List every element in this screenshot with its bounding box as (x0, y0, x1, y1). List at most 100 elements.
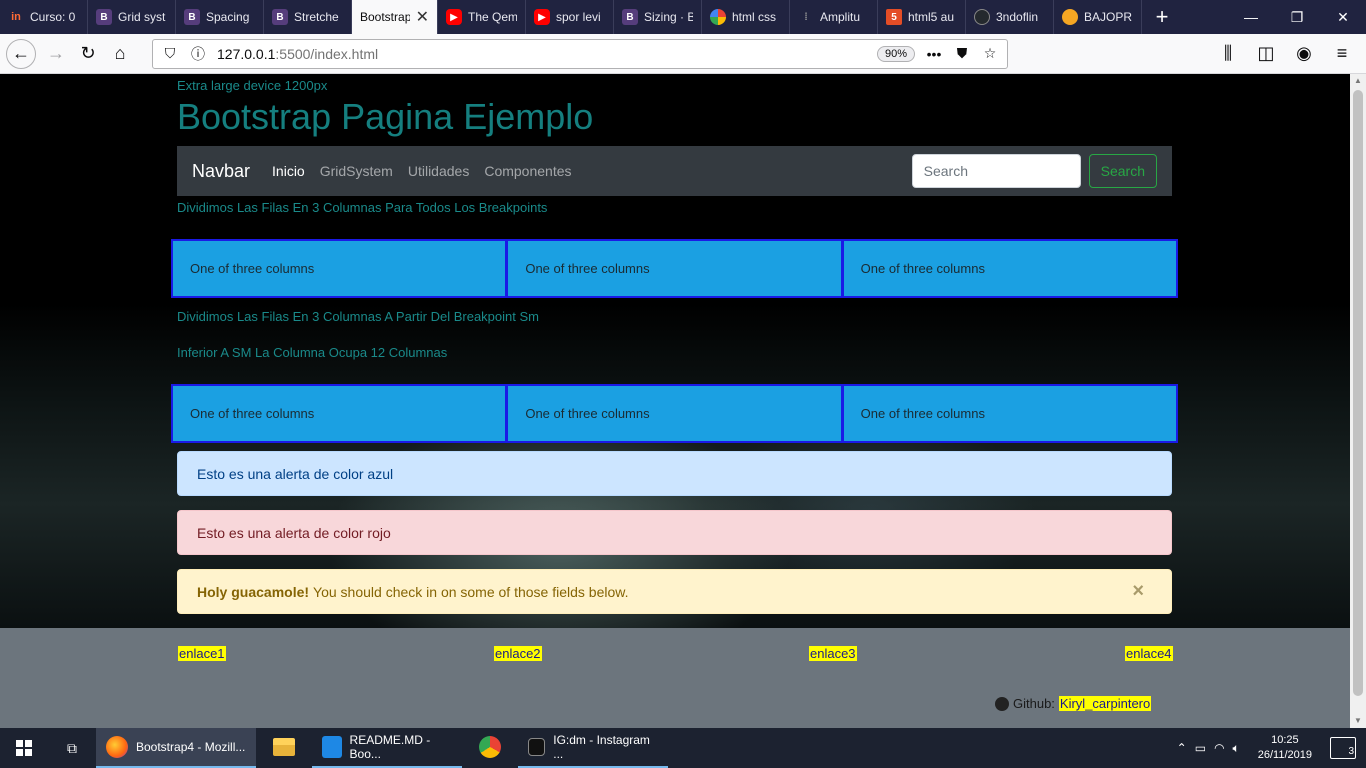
volume-icon[interactable]: 🔈︎ (1233, 741, 1240, 756)
windows-logo-icon (16, 740, 32, 756)
restore-icon: ❐ (1290, 8, 1304, 25)
bookmark-star-icon[interactable]: ☆ (981, 45, 999, 62)
bootstrap-icon: B (272, 9, 288, 25)
close-icon[interactable]: ✕ (416, 7, 429, 27)
footer-link-2[interactable]: enlace2 (494, 646, 542, 661)
alert-close-button[interactable]: × (1132, 580, 1152, 603)
pocket-icon[interactable]: ⛊ (953, 45, 971, 62)
taskbar-app-vscode[interactable]: README.MD - Boo... (312, 728, 462, 768)
home-button[interactable]: ⌂ (104, 38, 136, 70)
arrow-right-icon: → (47, 43, 65, 63)
browser-tab[interactable]: 3ndoflin (966, 0, 1054, 34)
browser-tab[interactable]: B Spacing (176, 0, 264, 34)
nav-link-utilidades[interactable]: Utilidades (408, 163, 469, 179)
task-view-icon: ⧉ (67, 739, 77, 756)
browser-tab[interactable]: 5 html5 au (878, 0, 966, 34)
shield-icon[interactable]: ⛉ (161, 45, 179, 62)
minimize-button[interactable]: — (1228, 0, 1274, 34)
search-input[interactable] (911, 154, 1081, 188)
new-tab-button[interactable]: + (1142, 0, 1182, 34)
battery-icon[interactable]: ▭ (1195, 741, 1206, 755)
taskbar-app-chrome[interactable] (462, 728, 518, 768)
taskbar-app-instagram[interactable]: IG:dm - Instagram ... (518, 728, 668, 768)
clock-date: 26/11/2019 (1257, 749, 1312, 761)
start-button[interactable] (0, 728, 48, 768)
page-viewport: Extra large device 1200px Bootstrap Pagi… (0, 74, 1350, 728)
bajopri-icon (1062, 9, 1078, 25)
nav-link-gridsystem[interactable]: GridSystem (320, 163, 393, 179)
restore-button[interactable]: ❐ (1274, 0, 1320, 34)
browser-tab[interactable]: B Stretche (264, 0, 352, 34)
search-button[interactable]: Search (1088, 154, 1157, 188)
alert-text: You should check in on some of those fie… (313, 583, 629, 600)
browser-tab-strip: in Curso: 0 B Grid syst B Spacing B Stretche… (0, 0, 1366, 34)
alert-text: Esto es una alerta de color rojo (197, 524, 391, 541)
url-bar[interactable]: ⛉ ⓘ 127.0.0.1:5500/index.html 90% ••• ⛊ … (152, 38, 1008, 69)
tab-label: Grid syst (118, 10, 166, 24)
bootstrap-icon: B (184, 9, 200, 25)
browser-tab[interactable]: BAJOPRI (1054, 0, 1142, 34)
scroll-down-icon[interactable]: ▼ (1350, 714, 1366, 728)
nav-link-inicio[interactable]: Inicio (272, 163, 305, 179)
system-tray: ⌃ ▭ ◠ 🔈︎ 10:25 26/11/2019 3 (1177, 728, 1366, 768)
youtube-icon: ▶ (446, 9, 462, 25)
menu-button[interactable]: ≡ (1326, 38, 1358, 70)
device-label: Extra large device 1200px (177, 78, 328, 93)
navbar-brand[interactable]: Navbar (192, 161, 250, 182)
footer-link-4[interactable]: enlace4 (1125, 646, 1173, 661)
account-button[interactable]: ◉ (1288, 38, 1320, 70)
library-button[interactable]: ⫼ (1212, 38, 1244, 70)
footer-link-3[interactable]: enlace3 (809, 646, 857, 661)
browser-tab[interactable]: ▶ The Qem (438, 0, 526, 34)
reload-button[interactable]: ↻ (72, 38, 104, 70)
info-icon[interactable]: ⓘ (189, 44, 207, 64)
wifi-icon[interactable]: ◠ (1214, 741, 1224, 755)
page-scrollbar[interactable]: ▲ ▼ (1350, 74, 1366, 728)
browser-toolbar: ← → ↻ ⌂ ⛉ ⓘ 127.0.0.1:5500/index.html 90… (0, 34, 1366, 74)
grid-row-1: One of three columns One of three column… (171, 239, 1178, 298)
chevron-up-icon[interactable]: ⌃ (1177, 741, 1187, 755)
browser-tab[interactable]: B Sizing · B (614, 0, 702, 34)
library-icon: ⫼ (1223, 43, 1233, 63)
back-button[interactable]: ← (6, 38, 36, 69)
github-credit: Github: Kiryl_carpintero (995, 696, 1152, 711)
plus-icon: + (1155, 4, 1169, 29)
browser-tab[interactable]: html css (702, 0, 790, 34)
grid-column: One of three columns (171, 384, 508, 443)
tab-label: html css (732, 10, 777, 24)
more-actions-icon[interactable]: ••• (925, 46, 943, 62)
tab-label: BAJOPRI (1084, 10, 1133, 24)
scrollbar-thumb[interactable] (1353, 90, 1363, 696)
notifications-button[interactable]: 3 (1330, 737, 1356, 759)
alert-text: Esto es una alerta de color azul (197, 465, 394, 482)
browser-tab[interactable]: ⁞ Amplitu (790, 0, 878, 34)
browser-tab-active[interactable]: Bootstrap ✕ (352, 0, 438, 34)
tab-label: Amplitu (820, 10, 861, 24)
taskbar-app-firefox[interactable]: Bootstrap4 - Mozill... (96, 728, 256, 768)
close-window-button[interactable]: ✕ (1320, 0, 1366, 34)
github-label: Github: (1013, 696, 1055, 711)
sidebar-button[interactable]: ◫ (1250, 38, 1282, 70)
browser-tab[interactable]: B Grid syst (88, 0, 176, 34)
taskbar-app-explorer[interactable] (256, 728, 312, 768)
tab-label: Curso: 0 (30, 10, 76, 24)
tab-label: Bootstrap (360, 10, 410, 24)
close-icon: ✕ (1337, 8, 1349, 25)
browser-tab[interactable]: in Curso: 0 (0, 0, 88, 34)
alert-primary: Esto es una alerta de color azul (177, 451, 1172, 496)
sidebar-icon: ◫ (1257, 43, 1275, 63)
forward-button[interactable]: → (40, 38, 72, 70)
footer-link-1[interactable]: enlace1 (178, 646, 226, 661)
file-explorer-icon (273, 738, 295, 756)
alert-strong-text: Holy guacamole! (197, 583, 310, 600)
task-view-button[interactable]: ⧉ (48, 728, 96, 768)
browser-tab[interactable]: ▶ spor levi (526, 0, 614, 34)
url-host: 127.0.0.1 (217, 45, 276, 62)
clock[interactable]: 10:25 26/11/2019 (1258, 733, 1312, 763)
in-icon: in (11, 11, 21, 23)
grid-column: One of three columns (506, 239, 843, 298)
zoom-level-badge[interactable]: 90% (876, 45, 915, 62)
nav-link-componentes[interactable]: Componentes (484, 163, 571, 179)
github-handle-link[interactable]: Kiryl_carpintero (1058, 696, 1152, 711)
scroll-up-icon[interactable]: ▲ (1350, 74, 1366, 88)
